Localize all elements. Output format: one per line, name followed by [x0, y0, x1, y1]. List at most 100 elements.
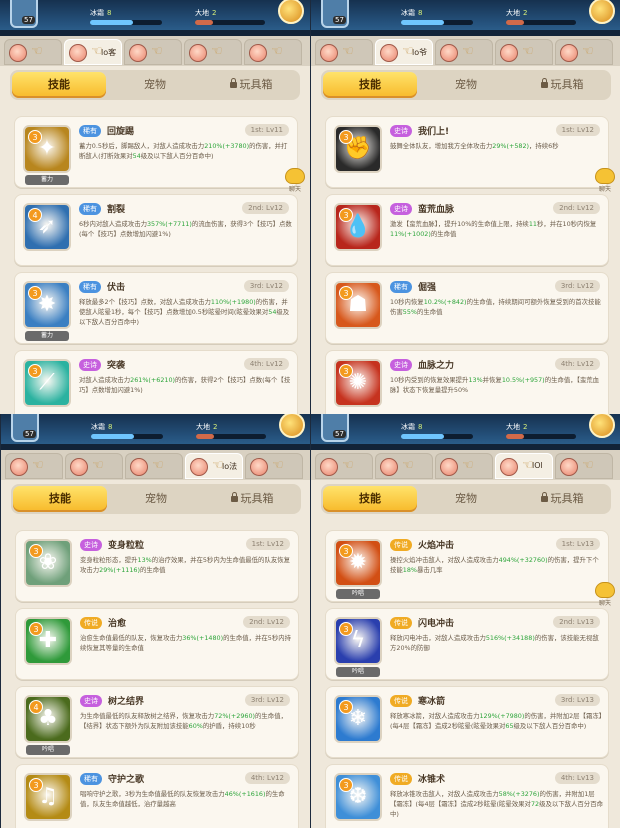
skill-card[interactable]: ✸ 3 蓄力 稀有 伏击 3rd: Lv12 释放最多2个【技巧】点数，对敌人造成攻击力11… [14, 272, 298, 344]
skill-icon[interactable]: ✦ 3 [23, 125, 71, 173]
skill-icon[interactable]: ✊ 3 [334, 125, 382, 173]
menu-orb-icon[interactable] [279, 414, 305, 438]
status-bar: 57 冰霜 8 大地 2 [0, 0, 310, 36]
tab-pets[interactable]: 宠物 [419, 72, 513, 98]
tab-toybox-label: 玩具箱 [240, 492, 274, 505]
skill-card[interactable]: ➶ 4 稀有 割裂 2nd: Lv12 6秒内对敌人造成攻击力357%(+7711)的流血… [14, 194, 298, 266]
tab-pets[interactable]: 宠物 [108, 72, 202, 98]
hero-tab-1[interactable]: ☜ [4, 39, 62, 65]
skill-icon[interactable]: ❀ 3 [24, 539, 72, 587]
chat-button[interactable]: 聊天 [594, 582, 616, 607]
skill-icon[interactable]: ✚ 3 [24, 617, 72, 665]
skill-card[interactable]: ϟ 3 吟唱 传说 闪电冲击 2nd: Lv13 释放闪电冲击，对敌人造成攻击力516%(+… [325, 608, 609, 680]
skill-icon[interactable]: ✺ 3 [334, 359, 382, 407]
skill-card[interactable]: ✹ 3 吟唱 传说 火焰冲击 1st: Lv13 操控火焰冲击敌人，对敌人造成攻击力494%… [325, 530, 609, 602]
tab-pets[interactable]: 宠物 [109, 486, 203, 512]
ice-label: 冰霜 [401, 423, 415, 431]
skill-icon[interactable]: ✹ 3 [334, 539, 382, 587]
skill-slot-level: 2nd: Lv12 [553, 202, 600, 214]
skill-slot-level: 2nd: Lv12 [242, 202, 289, 214]
skill-name: 寒冰箭 [418, 697, 446, 707]
chat-button[interactable]: 聊天 [284, 168, 306, 193]
skill-card[interactable]: ✦ 3 蓄力 稀有 回旋踢 1st: Lv11 蓄力0.5秒后，脚踢敌人，对敌人造成攻击力2… [14, 116, 298, 188]
skill-icon[interactable]: ϟ3 [334, 617, 382, 665]
hero-portrait-icon [320, 458, 338, 476]
hero-tab-1[interactable]: ☜ [5, 453, 63, 479]
skill-icon[interactable]: ♣ 4 [24, 695, 72, 743]
skill-value: (+3276) [512, 790, 540, 798]
hero-tab-3[interactable]: ☜ [125, 453, 183, 479]
skill-card[interactable]: ❆ 3 传说 冰锥术 4th: Lv13 释放冰锥攻击敌人，对敌人造成攻击力58%(+32… [325, 764, 609, 828]
skill-icon[interactable]: ⟋ 3 [23, 359, 71, 407]
menu-orb-icon[interactable] [589, 0, 615, 24]
skill-icon[interactable]: ❄ 3 [334, 695, 382, 743]
skill-slot-level: 3rd: Lv12 [244, 694, 290, 706]
hero-portrait-icon [10, 458, 28, 476]
tab-toybox[interactable]: 玩具箱 [515, 72, 609, 98]
menu-orb-icon[interactable] [278, 0, 304, 24]
hero-tab-3[interactable]: ☜ [435, 39, 493, 65]
lock-icon [230, 492, 238, 502]
star-level-badge: 3 [339, 778, 353, 792]
earth-label: 大地 [506, 9, 520, 17]
menu-orb-icon[interactable] [589, 414, 615, 438]
hero-tab-5[interactable]: ☜ [244, 39, 302, 65]
skill-value: 10.2% [423, 298, 445, 306]
tab-skills[interactable]: 技能 [323, 72, 417, 98]
chat-button[interactable]: 聊天 [594, 168, 616, 193]
skill-card[interactable]: ⟋ 3 史诗 突袭 4th: Lv12 对敌人造成攻击力261%(+6210)的伤害，获得… [14, 350, 298, 414]
skill-card[interactable]: ❀ 3 史诗 变身粒粒 1st: Lv12 变身粒粒形态，提升13%的治疗效果，并在5秒内… [15, 530, 299, 602]
hero-tab-4[interactable]: ☜ [495, 39, 553, 65]
hero-tab-2[interactable]: ☜ [65, 453, 123, 479]
hero-tab-3[interactable]: ☜ [124, 39, 182, 65]
hero-tab-4[interactable]: ☜ lOl [495, 453, 553, 479]
skill-type-tag: 吟唱 [26, 745, 70, 755]
ice-stat: 冰霜 8 [401, 422, 422, 432]
status-bar: 57 冰霜 8 大地 2 [311, 0, 620, 36]
hero-tab-5[interactable]: ☜ [555, 39, 613, 65]
hero-tab-strip: ☜ ☜ lo爷 ☜ ☜ ☜ [311, 36, 620, 66]
hero-tab-4[interactable]: ☜ [184, 39, 242, 65]
skill-icon[interactable]: 💧 3 [334, 203, 382, 251]
tab-skills[interactable]: 技能 [13, 486, 107, 512]
hero-tab-3[interactable]: ☜ [435, 453, 493, 479]
skill-card[interactable]: ✚ 3 传说 治愈 2nd: Lv12 治愈生命值最低的队友，恢复攻击力36%(+1480… [15, 608, 299, 680]
skill-card[interactable]: ✊ 3 史诗 我们上! 1st: Lv12 鼓舞全体队友，增加我方全体攻击力29%(+58… [325, 116, 609, 188]
hero-tab-4[interactable]: ☜ lo法 [185, 453, 243, 479]
hero-tab-1[interactable]: ☜ [315, 39, 373, 65]
hero-tab-2[interactable]: ☜ lo爷 [375, 39, 433, 65]
hero-tab-2[interactable]: ☜ [375, 453, 433, 479]
skill-icon[interactable]: ♫ 3 [24, 773, 72, 821]
skill-card[interactable]: ♣ 4 吟唱 史诗 树之结界 3rd: Lv12 为生命值最低的队友释放树之结界，恢复攻击力… [15, 686, 299, 758]
tab-skills[interactable]: 技能 [12, 72, 106, 98]
skill-card[interactable]: 💧 3 史诗 蛮荒血脉 2nd: Lv12 激发【蛮荒血脉】，提升10%的生命值上限，持续… [325, 194, 609, 266]
skill-card[interactable]: ☗ 3 稀有 倔强 3rd: Lv12 10秒内恢复10.2%(+842)的生命值，持续期… [325, 272, 609, 344]
skill-value: 54 [132, 152, 141, 160]
hero-tab-5[interactable]: ☜ [555, 453, 613, 479]
skill-icon[interactable]: ☗ 3 [334, 281, 382, 329]
hero-tab-2[interactable]: ☜ lo客 [64, 39, 122, 65]
skill-icon[interactable]: ❆ 3 [334, 773, 382, 821]
skill-card[interactable]: ✺ 3 史诗 血脉之力 4th: Lv12 10秒内受到的恢复效果提升13%并恢复10.5… [325, 350, 609, 414]
skill-card[interactable]: ♫ 3 稀有 守护之歌 4th: Lv12 唱响守护之歌，3秒为生命值最低的队友恢复攻击力… [15, 764, 299, 828]
earth-value: 2 [523, 423, 528, 431]
earth-gauge [506, 434, 576, 439]
skill-icon[interactable]: ✸ 3 [23, 281, 71, 329]
rarity-badge: 传说 [80, 617, 102, 629]
tab-toybox[interactable]: 玩具箱 [204, 72, 298, 98]
hero-portrait-icon [380, 458, 398, 476]
tab-toybox[interactable]: 玩具箱 [515, 486, 609, 512]
pointing-hand-icon: ☜ [342, 458, 354, 473]
hero-tab-5[interactable]: ☜ [245, 453, 303, 479]
player-level: 57 [333, 16, 346, 24]
rarity-badge: 史诗 [79, 359, 101, 371]
hero-tab-1[interactable]: ☜ [315, 453, 373, 479]
tab-skills[interactable]: 技能 [323, 486, 417, 512]
skill-name: 冰锥术 [418, 775, 446, 785]
tab-pets[interactable]: 宠物 [419, 486, 513, 512]
tab-toybox[interactable]: 玩具箱 [205, 486, 299, 512]
skill-icon[interactable]: ➶ 4 [23, 203, 71, 251]
pointing-hand-icon: ☜ [211, 44, 223, 59]
player-level: 57 [23, 430, 36, 438]
skill-card[interactable]: ❄ 3 传说 寒冰箭 3rd: Lv13 释放寒冰箭，对敌人造成攻击力129%(+7980… [325, 686, 609, 758]
